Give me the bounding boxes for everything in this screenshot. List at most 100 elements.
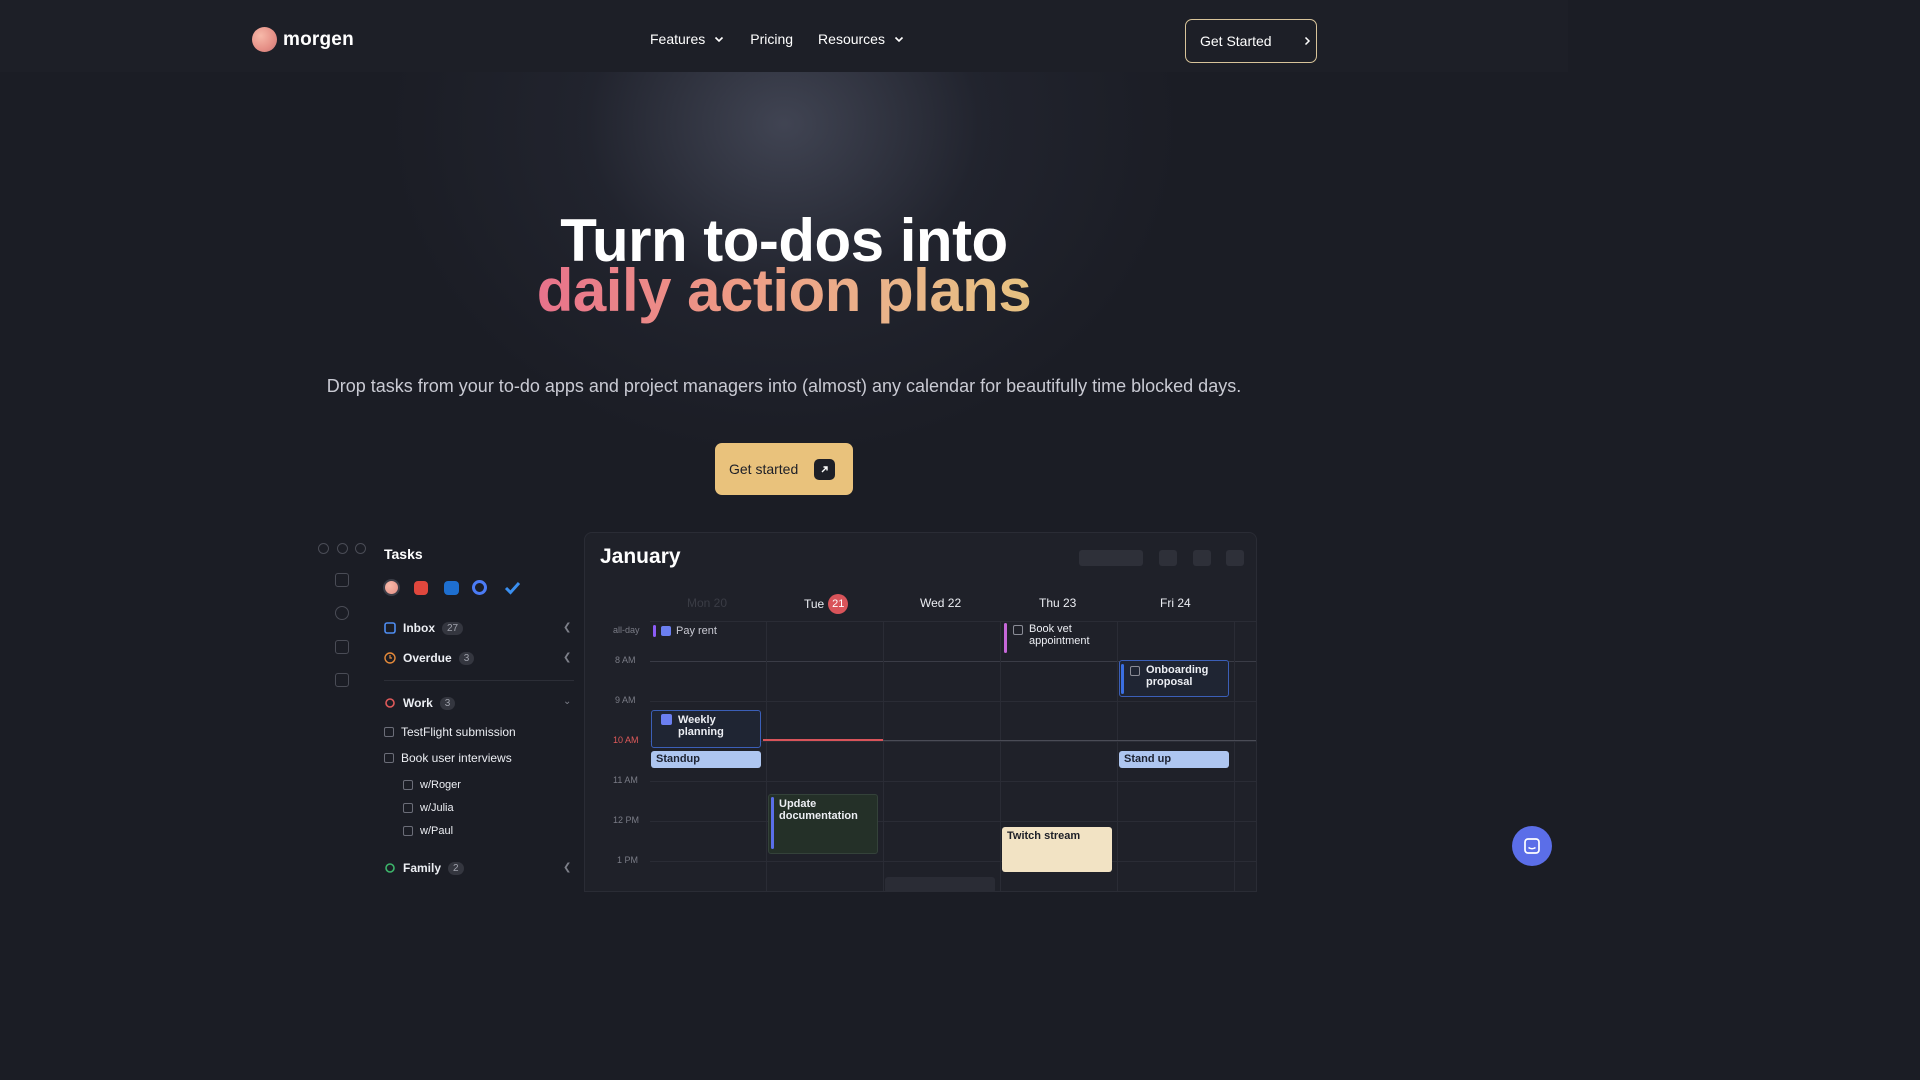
subtask-label: w/Roger	[420, 779, 461, 791]
group-work[interactable]: Work 3	[384, 696, 456, 710]
chat-support-button[interactable]	[1512, 826, 1552, 866]
nav-pricing-label: Pricing	[750, 31, 794, 47]
morgen-logo-icon	[252, 27, 277, 52]
chevron-left-icon[interactable]: ❮	[563, 652, 571, 663]
event-pay-rent[interactable]: Pay rent	[653, 625, 717, 637]
group-work-count: 3	[439, 696, 456, 710]
calendar-control-button[interactable]	[1193, 550, 1211, 566]
nav-links: Features Pricing Resources	[650, 31, 930, 47]
top-navigation: morgen Features Pricing Resources Get St…	[0, 0, 1568, 72]
get-started-nav-label: Get Started	[1200, 33, 1272, 49]
microsoft-todo-icon[interactable]	[504, 579, 521, 596]
chevron-down-icon	[894, 36, 904, 43]
calendar-control-button[interactable]	[1159, 550, 1177, 566]
brand-logo[interactable]: morgen	[252, 27, 354, 52]
event-stand-up[interactable]: Stand up	[1119, 751, 1229, 768]
time-label-now: 10 AM	[613, 735, 639, 745]
get-started-button[interactable]: Get started	[715, 443, 853, 495]
family-circle-icon	[385, 863, 395, 873]
checked-checkbox-icon	[661, 626, 671, 636]
event-checkbox[interactable]	[1013, 625, 1023, 635]
arrow-up-right-icon	[814, 458, 836, 480]
task-checkbox[interactable]	[384, 727, 394, 737]
subtask-item[interactable]: w/Paul	[403, 825, 453, 837]
nav-resources[interactable]: Resources	[818, 31, 905, 47]
day-header-tue-label: Tue	[804, 597, 825, 611]
time-label: 11 AM	[613, 775, 638, 785]
nav-pricing[interactable]: Pricing	[750, 31, 793, 47]
sync-rail-icon[interactable]	[335, 606, 349, 620]
group-overdue-count: 3	[458, 651, 475, 665]
app-preview: Tasks Inbox 27 ❮ Overdue 3 ❮ Work 3 ⌄ Te…	[305, 532, 1257, 892]
chevron-left-icon[interactable]: ❮	[563, 862, 571, 873]
event-twitch-stream[interactable]: Twitch stream	[1002, 827, 1112, 872]
tasks-panel: Tasks Inbox 27 ❮ Overdue 3 ❮ Work 3 ⌄ Te…	[305, 532, 583, 882]
time-label: 8 AM	[615, 655, 636, 665]
group-overdue[interactable]: Overdue 3	[384, 651, 475, 665]
checked-checkbox-icon	[661, 714, 672, 725]
day-header-wed: Wed 22	[920, 596, 962, 610]
event-standup[interactable]: Standup	[651, 751, 761, 768]
subtask-checkbox[interactable]	[403, 826, 413, 836]
grid-column	[883, 621, 884, 891]
get-started-nav-button[interactable]: Get Started	[1185, 19, 1317, 63]
day-header-thu: Thu 23	[1039, 596, 1077, 610]
group-family[interactable]: Family 2	[384, 861, 464, 875]
current-time-indicator	[763, 739, 883, 741]
inbox-icon	[384, 622, 396, 634]
hero-title-gradient: daily action plans	[536, 257, 1032, 324]
todoist-icon[interactable]	[414, 581, 428, 595]
subtask-item[interactable]: w/Julia	[403, 802, 454, 814]
window-maximize-dot	[355, 543, 366, 554]
group-inbox[interactable]: Inbox 27	[384, 621, 464, 635]
outlook-icon[interactable]	[444, 581, 459, 595]
grid-column	[766, 621, 767, 891]
event-book-vet[interactable]: Book vet appointment	[1025, 622, 1115, 648]
task-item[interactable]: Book user interviews	[384, 751, 512, 765]
time-label: 1 PM	[617, 855, 639, 865]
nav-features[interactable]: Features	[650, 31, 725, 47]
group-family-label: Family	[403, 861, 442, 875]
event-checkbox[interactable]	[1130, 666, 1140, 676]
clock-icon	[384, 652, 396, 664]
group-work-label: Work	[403, 696, 433, 710]
hero-title-line2: daily action plans	[0, 256, 1568, 325]
event-color-bar	[653, 625, 656, 637]
subtask-item[interactable]: w/Roger	[403, 779, 461, 791]
nav-features-label: Features	[650, 31, 706, 47]
subtask-checkbox[interactable]	[403, 780, 413, 790]
task-label: Book user interviews	[401, 751, 512, 765]
task-checkbox[interactable]	[384, 753, 394, 763]
hero-subtitle: Drop tasks from your to-do apps and proj…	[326, 376, 1242, 396]
ticktick-icon[interactable]	[472, 580, 487, 595]
event-color-bar	[771, 797, 774, 849]
grid-line	[650, 781, 1256, 782]
subtask-label: w/Julia	[420, 802, 454, 814]
day-header-tue: Tue 21	[804, 594, 849, 614]
event-update-docs[interactable]: Update documentation	[768, 794, 878, 854]
task-label: TestFlight submission	[401, 725, 516, 739]
task-item[interactable]: TestFlight submission	[384, 725, 516, 739]
chat-icon	[1524, 838, 1540, 854]
day-header-mon: Mon 20	[687, 596, 728, 610]
morgen-icon[interactable]	[383, 579, 400, 596]
calendar-control-button[interactable]	[1226, 550, 1244, 566]
event-block[interactable]	[885, 877, 995, 891]
group-family-count: 2	[448, 861, 464, 875]
day-header-fri: Fri 24	[1160, 596, 1191, 610]
time-label: 9 AM	[615, 695, 636, 705]
tasks-title: Tasks	[384, 546, 423, 562]
subtask-checkbox[interactable]	[403, 803, 413, 813]
calendar-rail-icon[interactable]	[335, 640, 349, 654]
tasks-rail-icon[interactable]	[335, 573, 349, 587]
chevron-right-icon	[1304, 36, 1310, 46]
analytics-rail-icon[interactable]	[335, 673, 349, 687]
window-close-dot	[318, 543, 329, 554]
group-overdue-label: Overdue	[403, 651, 452, 665]
chevron-left-icon[interactable]: ❮	[563, 622, 571, 633]
time-label: 12 PM	[613, 815, 640, 825]
view-switcher[interactable]	[1079, 550, 1143, 566]
chevron-down-icon[interactable]: ⌄	[563, 696, 571, 707]
today-badge: 21	[828, 594, 849, 614]
grid-column	[1234, 621, 1235, 891]
